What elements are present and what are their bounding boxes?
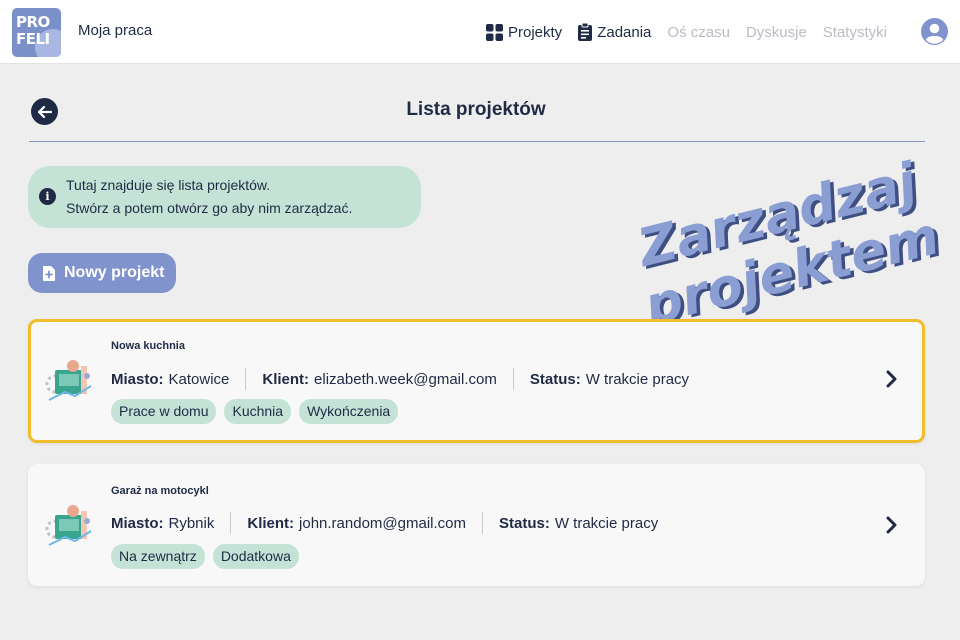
app-logo[interactable]: PRO FELI	[12, 8, 61, 57]
status-value: W trakcie pracy	[554, 514, 659, 532]
new-project-button[interactable]: Nowy projekt	[28, 253, 176, 293]
page-title: Lista projektów	[406, 99, 546, 120]
nav-item-dyskusje[interactable]: Dyskusje	[746, 24, 807, 41]
nav-label: Projekty	[508, 23, 563, 41]
info-box: i Tutaj znajduje się lista projektów. St…	[28, 166, 421, 228]
info-icon: i	[39, 188, 56, 205]
project-meta: Miasto: Katowice Klient: elizabeth.week@…	[111, 368, 689, 390]
nav-item-os-czasu[interactable]: Oś czasu	[667, 24, 730, 41]
grid-icon	[486, 23, 503, 41]
city-value: Rybnik	[168, 514, 215, 532]
city-label: Miasto:	[111, 370, 164, 388]
tag: Wykończenia	[299, 399, 399, 424]
info-text-line-2: Stwórz a potem otwórz go aby nim zarządz…	[66, 200, 353, 216]
client-label: Klient:	[247, 514, 295, 532]
header-divider	[29, 141, 925, 142]
chevron-right-icon[interactable]	[885, 370, 899, 388]
client-label: Klient:	[262, 370, 310, 388]
chevron-right-icon[interactable]	[885, 516, 899, 534]
tag: Prace w domu	[111, 399, 217, 424]
project-card[interactable]: Nowa kuchnia Miasto: Katowice Klient: el…	[28, 319, 925, 443]
project-card[interactable]: Garaż na motocykl Miasto: Rybnik Klient:…	[28, 464, 925, 586]
nav-label: Zadania	[597, 23, 652, 41]
client-value: elizabeth.week@gmail.com	[314, 370, 497, 388]
project-illustration	[45, 505, 92, 546]
meta-separator	[482, 512, 483, 534]
tag: Dodatkowa	[212, 544, 299, 569]
nav-label: Dyskusje	[745, 23, 807, 41]
tag: Na zewnątrz	[111, 544, 205, 569]
info-text-line-1: Tutaj znajduje się lista projektów.	[66, 177, 271, 193]
meta-separator	[245, 368, 247, 390]
main-nav: Projekty Zadania Oś czasu Dyskusje Staty…	[486, 20, 903, 44]
status-value: W trakcie pracy	[585, 370, 690, 388]
nav-label: Oś czasu	[667, 23, 730, 41]
city-value: Katowice	[168, 370, 230, 388]
project-name: Nowa kuchnia	[111, 340, 185, 352]
nav-label: Statystyki	[822, 23, 887, 41]
nav-item-statystyki[interactable]: Statystyki	[823, 24, 887, 41]
meta-separator	[512, 368, 514, 390]
meta-separator	[230, 512, 232, 534]
file-plus-icon	[43, 265, 55, 281]
project-name: Garaż na motocykl	[111, 485, 209, 497]
status-label: Status:	[499, 514, 550, 532]
client-value: john.random@gmail.com	[299, 514, 466, 532]
app-name: Moja praca	[78, 22, 153, 39]
project-meta: Miasto: Rybnik Klient: john.random@gmail…	[111, 512, 658, 534]
project-tags: Na zewnątrz Dodatkowa	[111, 544, 307, 569]
project-tags: Prace w domu Kuchnia Wykończenia	[111, 399, 406, 424]
new-project-label: Nowy projekt	[64, 264, 165, 281]
status-label: Status:	[529, 370, 581, 388]
project-illustration	[45, 360, 92, 401]
clipboard-icon	[578, 23, 593, 41]
nav-item-projekty[interactable]: Projekty	[486, 23, 563, 41]
city-label: Miasto:	[111, 514, 164, 532]
nav-item-zadania[interactable]: Zadania	[578, 23, 651, 41]
tag: Kuchnia	[224, 399, 292, 424]
top-bar: PROFELI Moja praca Projekty Zadania Oś	[0, 0, 960, 64]
user-circle-icon[interactable]	[921, 18, 948, 45]
